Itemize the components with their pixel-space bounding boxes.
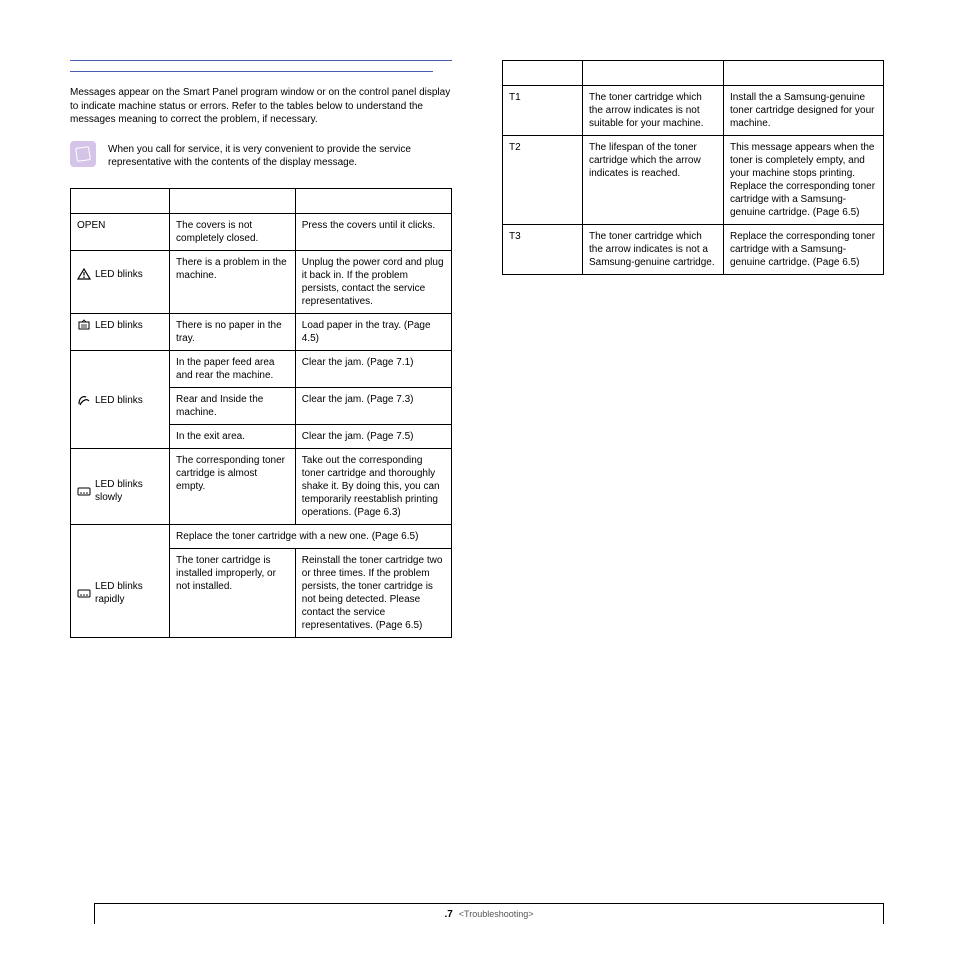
- meaning-cell: There is a problem in the machine.: [170, 250, 296, 313]
- meaning-cell: There is no paper in the tray.: [170, 313, 296, 350]
- messages-table-left: OPEN The covers is not completely closed…: [70, 188, 452, 638]
- solution-cell: Clear the jam. (Page 7.5): [295, 424, 451, 448]
- message-cell: T1: [503, 86, 583, 136]
- section-rule: [70, 71, 433, 72]
- meaning-cell: The toner cartridge which the arrow indi…: [583, 225, 724, 275]
- meaning-cell: The covers is not completely closed.: [170, 213, 296, 250]
- solution-cell: Press the covers until it clicks.: [295, 213, 451, 250]
- intro-paragraph: Messages appear on the Smart Panel progr…: [70, 86, 452, 127]
- solution-cell: Load paper in the tray. (Page 4.5): [295, 313, 451, 350]
- paper-tray-icon: [77, 319, 91, 331]
- led-label: LED blinks: [95, 268, 143, 281]
- page-number: .7: [444, 909, 452, 920]
- right-column: T1 The toner cartridge which the arrow i…: [502, 60, 884, 638]
- table-row: LED blinks rapidly Replace the toner car…: [71, 524, 452, 548]
- solution-cell: Reinstall the toner cartridge two or thr…: [295, 548, 451, 637]
- note-text: When you call for service, it is very co…: [108, 141, 452, 170]
- two-column-layout: Messages appear on the Smart Panel progr…: [70, 60, 884, 638]
- table-row: OPEN The covers is not completely closed…: [71, 213, 452, 250]
- footer-bar: .7 <Troubleshooting>: [94, 903, 884, 924]
- table-row: LED blinks There is a problem in the mac…: [71, 250, 452, 313]
- table-header: [170, 188, 296, 213]
- message-cell: OPEN: [71, 213, 170, 250]
- solution-cell: Replace the corresponding toner cartridg…: [723, 225, 883, 275]
- table-header: [503, 61, 583, 86]
- led-label: LED blinks: [95, 394, 143, 407]
- message-cell: LED blinks: [71, 250, 170, 313]
- note-icon: [70, 141, 96, 167]
- meaning-cell: In the exit area.: [170, 424, 296, 448]
- meaning-cell: The corresponding toner cartridge is alm…: [170, 448, 296, 524]
- meaning-cell: The toner cartridge is installed imprope…: [170, 548, 296, 637]
- paper-jam-icon: [77, 394, 91, 406]
- solution-cell: Clear the jam. (Page 7.1): [295, 350, 451, 387]
- meaning-cell: The toner cartridge which the arrow indi…: [583, 86, 724, 136]
- solution-cell: Unplug the power cord and plug it back i…: [295, 250, 451, 313]
- note-callout: When you call for service, it is very co…: [70, 141, 452, 170]
- table-header-row: [503, 61, 884, 86]
- table-header-row: [71, 188, 452, 213]
- table-header: [71, 188, 170, 213]
- page: Messages appear on the Smart Panel progr…: [0, 0, 954, 954]
- table-row: LED blinks There is no paper in the tray…: [71, 313, 452, 350]
- led-label: LED blinks: [95, 319, 143, 332]
- meaning-cell: The lifespan of the toner cartridge whic…: [583, 136, 724, 225]
- left-column: Messages appear on the Smart Panel progr…: [70, 60, 452, 638]
- table-row: T3 The toner cartridge which the arrow i…: [503, 225, 884, 275]
- led-label: LED blinks rapidly: [95, 580, 163, 606]
- solution-cell: Take out the corresponding toner cartrid…: [295, 448, 451, 524]
- toner-icon: [77, 485, 91, 497]
- solution-cell: Clear the jam. (Page 7.3): [295, 387, 451, 424]
- section-name: <Troubleshooting>: [459, 909, 534, 919]
- message-cell: T2: [503, 136, 583, 225]
- table-header: [295, 188, 451, 213]
- table-header: [723, 61, 883, 86]
- section-rule: [70, 60, 452, 61]
- toner-icon: [77, 587, 91, 599]
- table-row: T1 The toner cartridge which the arrow i…: [503, 86, 884, 136]
- table-header: [583, 61, 724, 86]
- solution-cell: This message appears when the toner is c…: [723, 136, 883, 225]
- warning-triangle-icon: [77, 268, 91, 280]
- message-cell: LED blinks rapidly: [71, 524, 170, 637]
- message-cell: LED blinks: [71, 313, 170, 350]
- led-label: LED blinks slowly: [95, 478, 163, 504]
- message-cell: LED blinks: [71, 350, 170, 448]
- table-row: LED blinks slowly The corresponding tone…: [71, 448, 452, 524]
- table-row: T2 The lifespan of the toner cartridge w…: [503, 136, 884, 225]
- messages-table-right: T1 The toner cartridge which the arrow i…: [502, 60, 884, 275]
- page-footer: .7 <Troubleshooting>: [94, 903, 884, 924]
- merged-cell: Replace the toner cartridge with a new o…: [170, 524, 452, 548]
- meaning-cell: Rear and Inside the machine.: [170, 387, 296, 424]
- table-row: LED blinks In the paper feed area and re…: [71, 350, 452, 387]
- solution-cell: Install the a Samsung-genuine toner cart…: [723, 86, 883, 136]
- meaning-cell: In the paper feed area and rear the mach…: [170, 350, 296, 387]
- message-cell: T3: [503, 225, 583, 275]
- message-cell: LED blinks slowly: [71, 448, 170, 524]
